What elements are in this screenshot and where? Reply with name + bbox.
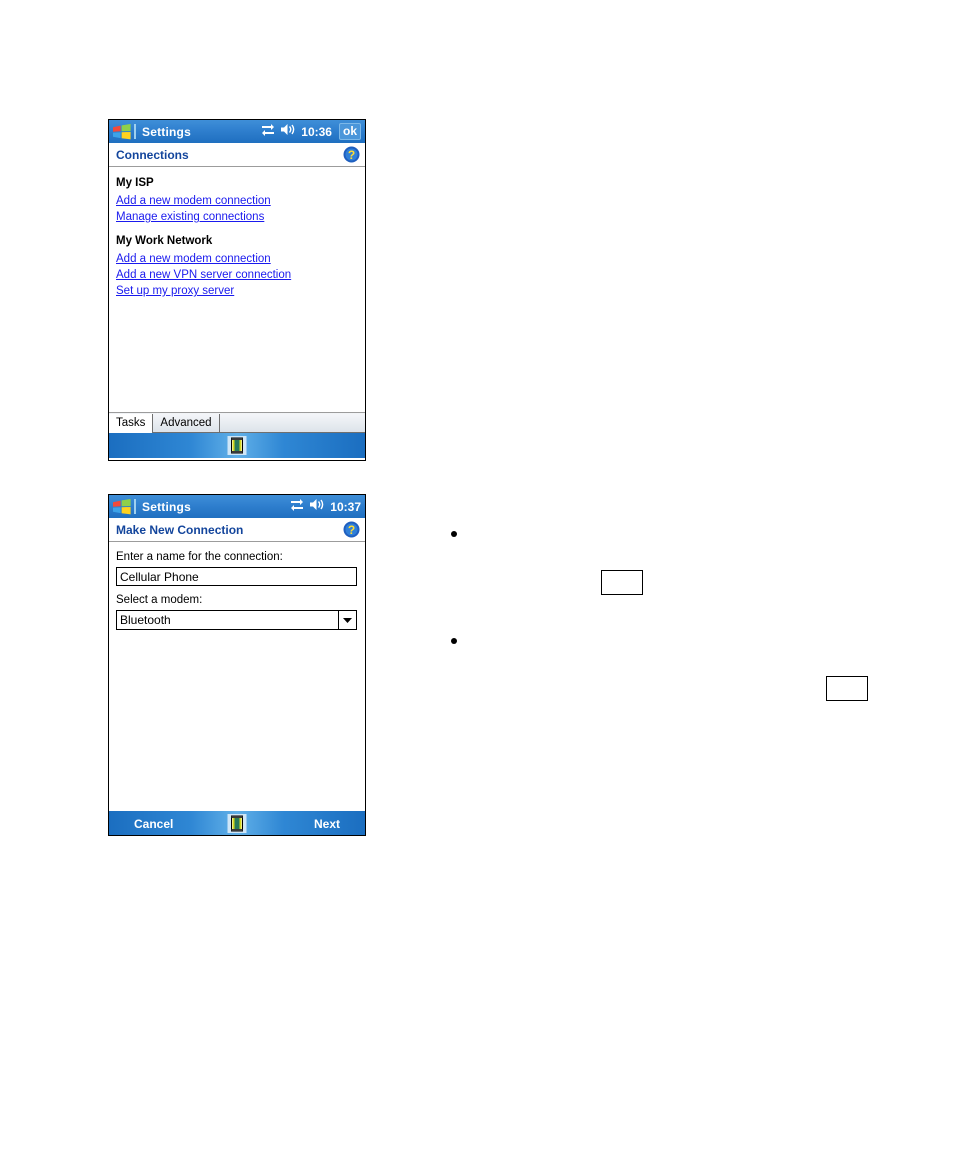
app-title: Settings [142, 499, 191, 514]
title-bar-status-area: 10:37 [290, 498, 365, 516]
link-add-new-modem-connection-work[interactable]: Add a new modem connection [116, 251, 271, 267]
windows-flag-icon[interactable] [112, 123, 132, 140]
page-title: Connections [116, 147, 189, 162]
new-connection-form: Enter a name for the connection: Select … [109, 542, 365, 811]
tab-tasks[interactable]: Tasks [109, 414, 154, 434]
title-separator [134, 124, 136, 139]
chevron-down-icon[interactable] [338, 611, 356, 629]
tab-advanced[interactable]: Advanced [153, 414, 220, 433]
link-add-new-vpn-server-connection[interactable]: Add a new VPN server connection [116, 267, 291, 283]
title-separator [134, 499, 136, 514]
connections-content: My ISP Add a new modem connection Manage… [109, 167, 365, 412]
group-heading-my-work-network: My Work Network [116, 235, 213, 247]
connection-name-input[interactable] [116, 567, 357, 586]
link-add-new-modem-connection-isp[interactable]: Add a new modem connection [116, 193, 271, 209]
modem-select[interactable]: Bluetooth [116, 610, 357, 630]
next-button[interactable]: Next [314, 817, 340, 831]
title-bar: Settings 10:37 [109, 495, 365, 518]
modem-select-label: Select a modem: [116, 594, 203, 606]
help-question-icon[interactable]: ? [343, 146, 360, 163]
modem-select-value: Bluetooth [120, 613, 171, 627]
input-panel-icon[interactable] [227, 436, 247, 455]
input-panel-icon[interactable] [227, 814, 247, 833]
bullet-marker [451, 638, 457, 644]
link-set-up-my-proxy-server[interactable]: Set up my proxy server [116, 283, 234, 299]
device-screen-make-new-connection: Settings 10:37 Make New Connection ? Ent… [108, 494, 366, 836]
help-question-icon[interactable]: ? [343, 521, 360, 538]
command-bar [109, 433, 365, 458]
device-screen-connections: Settings 10:36 ok Connections ? My ISP A… [108, 119, 366, 461]
windows-flag-icon[interactable] [112, 498, 132, 515]
group-heading-my-isp: My ISP [116, 177, 154, 189]
tab-bar-filler [219, 414, 365, 433]
svg-text:?: ? [348, 523, 355, 537]
blank-callout-box [826, 676, 868, 701]
title-bar-status-area: 10:36 ok [261, 123, 365, 141]
page-title: Make New Connection [116, 522, 244, 537]
connectivity-icon[interactable] [261, 123, 275, 141]
page-header: Make New Connection ? [109, 518, 365, 542]
clock: 10:36 [301, 124, 332, 139]
connectivity-icon[interactable] [290, 498, 304, 516]
cancel-button[interactable]: Cancel [134, 817, 173, 831]
title-bar: Settings 10:36 ok [109, 120, 365, 143]
page-header: Connections ? [109, 143, 365, 167]
clock: 10:37 [330, 499, 361, 514]
svg-text:?: ? [348, 148, 355, 162]
blank-callout-box [601, 570, 643, 595]
ok-button[interactable]: ok [338, 123, 361, 140]
bullet-marker [451, 531, 457, 537]
connection-name-label: Enter a name for the connection: [116, 551, 283, 563]
tab-bar: Tasks Advanced [109, 412, 365, 434]
speaker-volume-icon[interactable] [280, 123, 296, 141]
command-bar: Cancel Next [109, 811, 365, 835]
speaker-volume-icon[interactable] [309, 498, 325, 516]
app-title: Settings [142, 124, 191, 139]
link-manage-existing-connections[interactable]: Manage existing connections [116, 209, 264, 225]
